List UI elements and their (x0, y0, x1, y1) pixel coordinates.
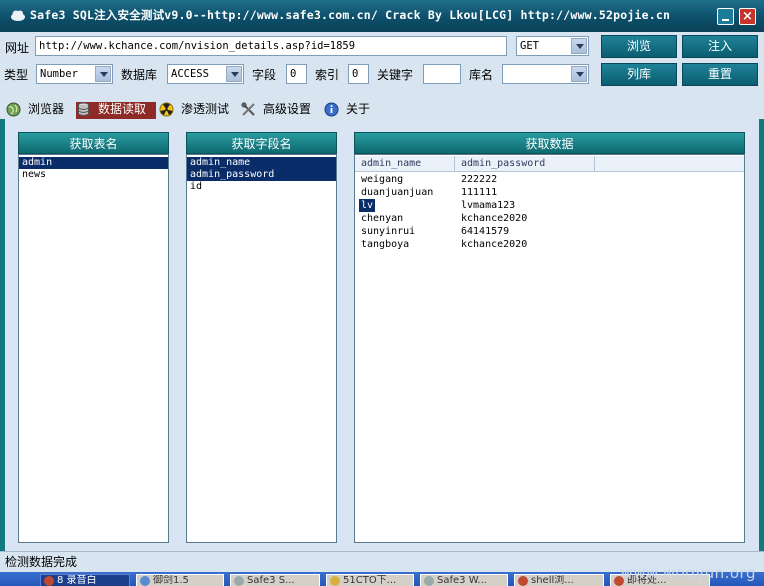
database-value: ACCESS (171, 68, 209, 80)
method-select[interactable]: GET (516, 36, 589, 56)
inject-button[interactable]: 注入 (682, 35, 758, 58)
fields-listbox[interactable]: admin_name admin_password id (186, 154, 337, 543)
tab-label: 浏览器 (28, 102, 65, 116)
keyword-label: 关键字 (377, 68, 414, 82)
cell-admin-password: 111111 (461, 187, 498, 198)
list-item-field[interactable]: id (187, 181, 336, 193)
taskbar-item[interactable]: shell浏... (514, 574, 604, 586)
taskbar-item[interactable]: 御剑1.5 (136, 574, 224, 586)
app-cloud-icon (11, 10, 25, 21)
index-label: 索引 (315, 68, 340, 82)
window-title: Safe3 SQL注入安全测试v9.0--http://www.safe3.co… (30, 8, 671, 22)
dbname-select[interactable] (502, 64, 589, 84)
table-row[interactable]: chenyan kchance2020 (355, 212, 744, 225)
tab-browser[interactable]: 浏览器 (6, 102, 74, 119)
field-label: 字段 (252, 68, 277, 82)
list-database-button[interactable]: 列库 (601, 63, 677, 86)
minimize-button[interactable] (717, 8, 734, 25)
data-grid[interactable]: admin_name admin_password weigang 222222… (354, 154, 745, 543)
tab-penetration-test[interactable]: 渗透测试 (159, 102, 237, 119)
app-icon (140, 576, 150, 586)
reset-button[interactable]: 重置 (682, 63, 758, 86)
table-row[interactable]: lv lvmama123 (355, 199, 744, 212)
data-panel-header: 获取数据 (354, 132, 745, 154)
table-row[interactable]: duanjuanjuan 111111 (355, 186, 744, 199)
chevron-down-icon[interactable] (571, 66, 587, 82)
cell-admin-name: sunyinrui (361, 226, 416, 237)
database-select[interactable]: ACCESS (167, 64, 244, 84)
table-row[interactable]: weigang 222222 (355, 173, 744, 186)
cell-admin-password: kchance2020 (461, 213, 528, 224)
url-label: 网址 (5, 41, 30, 55)
tab-bar: 浏览器 数据读取 渗透测试 高级设置 关于 (0, 100, 764, 119)
tab-label: 关于 (346, 102, 371, 116)
taskbar-item[interactable]: Safe3 S... (230, 574, 320, 586)
taskbar-item[interactable]: 51CTO下... (326, 574, 414, 586)
list-item-table[interactable]: admin (19, 157, 168, 169)
toolbar: 网址 http://www.kchance.com/nvision_detail… (0, 32, 764, 100)
list-item-field[interactable]: admin_name (187, 157, 336, 169)
database-icon (78, 102, 89, 116)
table-row[interactable]: tangboya kchance2020 (355, 238, 744, 251)
status-text: 检测数据完成 (5, 555, 78, 569)
browse-button[interactable]: 浏览 (601, 35, 677, 58)
cell-admin-password: kchance2020 (461, 239, 528, 250)
field-count-input[interactable]: 0 (286, 64, 307, 84)
taskbar-item[interactable]: Safe3 W... (420, 574, 508, 586)
watermark-text: www.woqyun.org (620, 564, 756, 582)
keyword-input[interactable] (423, 64, 461, 84)
method-value: GET (520, 40, 539, 52)
tables-panel-header: 获取表名 (18, 132, 169, 154)
close-button[interactable]: × (739, 8, 756, 25)
chevron-down-icon[interactable] (571, 38, 587, 54)
tab-label: 渗透测试 (181, 102, 230, 116)
cell-admin-name: tangboya (361, 239, 410, 250)
fields-panel-header: 获取字段名 (186, 132, 337, 154)
column-header-admin-name[interactable]: admin_name (355, 156, 455, 172)
dbname-label: 库名 (469, 68, 494, 82)
radiation-icon (159, 102, 174, 117)
list-item-table[interactable]: news (19, 169, 168, 181)
cell-admin-name: chenyan (361, 213, 404, 224)
app-icon (518, 576, 528, 586)
chevron-down-icon[interactable] (95, 66, 111, 82)
data-read-view: 获取表名 admin news 获取字段名 admin_name admin_p… (5, 119, 759, 551)
type-value: Number (40, 68, 78, 80)
main-panel: 获取表名 admin news 获取字段名 admin_name admin_p… (0, 119, 764, 551)
tab-label: 高级设置 (263, 102, 312, 116)
cell-admin-password: lvmama123 (461, 200, 516, 211)
index-input[interactable]: 0 (348, 64, 369, 84)
folder-icon (330, 576, 340, 586)
chevron-down-icon[interactable] (226, 66, 242, 82)
cell-admin-name: duanjuanjuan (361, 187, 434, 198)
cell-admin-password: 64141579 (461, 226, 510, 237)
cell-admin-password: 222222 (461, 174, 498, 185)
column-header-admin-password[interactable]: admin_password (455, 156, 595, 172)
app-icon (424, 576, 434, 586)
globe-icon (6, 102, 21, 117)
title-bar: Safe3 SQL注入安全测试v9.0--http://www.safe3.co… (0, 0, 764, 32)
tab-advanced-settings[interactable]: 高级设置 (241, 102, 319, 119)
list-item-field[interactable]: admin_password (187, 169, 336, 181)
app-icon (44, 576, 54, 586)
cell-admin-name: weigang (361, 174, 404, 185)
type-select[interactable]: Number (36, 64, 113, 84)
url-input[interactable]: http://www.kchance.com/nvision_details.a… (35, 36, 507, 56)
info-icon (324, 102, 339, 117)
tab-label: 数据读取 (98, 102, 147, 116)
table-row[interactable]: sunyinrui 64141579 (355, 225, 744, 238)
data-grid-header: admin_name admin_password (355, 156, 744, 172)
cell-admin-name: lv (359, 199, 376, 212)
database-label: 数据库 (121, 68, 158, 82)
tools-icon (241, 102, 255, 116)
tables-listbox[interactable]: admin news (18, 154, 169, 543)
taskbar-item[interactable]: 8 录音白 (40, 574, 130, 586)
tab-about[interactable]: 关于 (324, 102, 380, 119)
type-label: 类型 (4, 68, 29, 82)
tab-data-read[interactable]: 数据读取 (76, 102, 156, 119)
app-icon (234, 576, 244, 586)
